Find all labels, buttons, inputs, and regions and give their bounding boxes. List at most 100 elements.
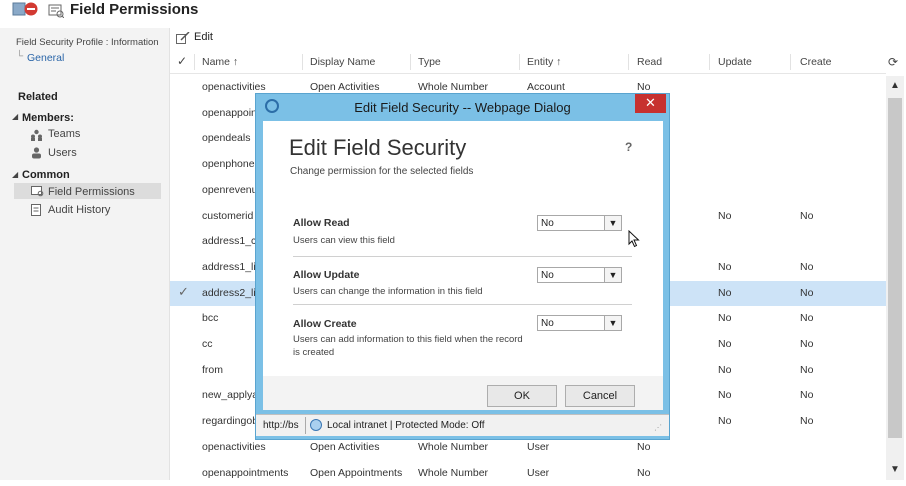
teams-icon: [30, 129, 43, 141]
sidebar-item-teams[interactable]: Teams: [48, 128, 80, 140]
edit-field-security-dialog: Edit Field Security -- Webpage Dialog ✕ …: [255, 93, 670, 440]
cell-create: No: [800, 210, 870, 222]
cell-name: openappointments: [202, 467, 298, 479]
row-checkmark-icon[interactable]: ✓: [178, 284, 189, 300]
allow-read-value: No: [541, 218, 554, 229]
toolbar: Edit: [170, 28, 906, 50]
tree-branch-icon: └: [16, 51, 23, 62]
allow-read-description: Users can view this field: [293, 234, 523, 247]
cancel-button[interactable]: Cancel: [565, 385, 635, 407]
intranet-globe-icon: [310, 419, 322, 431]
close-button[interactable]: ✕: [635, 94, 666, 113]
collapse-common-icon[interactable]: ◢: [12, 170, 18, 179]
allow-read-label: Allow Read: [293, 217, 350, 229]
status-separator: [305, 417, 306, 434]
cell-update: No: [718, 338, 788, 350]
mouse-cursor-icon: [628, 230, 640, 248]
allow-read-select[interactable]: No ▼: [537, 215, 622, 231]
sidebar-item-audit-history[interactable]: Audit History: [48, 204, 110, 216]
allow-update-description: Users can change the information in this…: [293, 285, 523, 298]
column-header-name[interactable]: Name ↑: [202, 56, 238, 68]
table-row[interactable]: openappointmentsOpen AppointmentsWhole N…: [170, 461, 886, 486]
sidebar-item-field-permissions[interactable]: Field Permissions: [48, 186, 135, 198]
cell-name: openactivities: [202, 441, 298, 453]
column-header-type[interactable]: Type: [418, 56, 441, 68]
dialog-titlebar[interactable]: Edit Field Security -- Webpage Dialog ✕: [256, 94, 669, 121]
sidebar-item-users[interactable]: Users: [48, 147, 77, 159]
scroll-up-icon[interactable]: ▲: [890, 80, 900, 91]
dialog-footer: OK Cancel: [263, 376, 663, 410]
dialog-body: Edit Field Security ? Change permission …: [263, 121, 663, 410]
related-heading: Related: [18, 91, 58, 103]
column-header-row: ✓ Name ↑ Display Name Type Entity ↑ Read…: [170, 50, 886, 74]
cell-update: No: [718, 312, 788, 324]
profile-label: Field Security Profile : Information: [16, 37, 159, 48]
allow-update-value: No: [541, 270, 554, 281]
security-zone-label: Local intranet | Protected Mode: Off: [327, 420, 485, 431]
users-icon: [31, 147, 42, 159]
field-permissions-icon: [31, 186, 44, 197]
page-title: Field Permissions: [70, 1, 198, 18]
cell-display-name: Open Activities: [310, 441, 406, 453]
dialog-statusbar: http://bs Local intranet | Protected Mod…: [256, 414, 669, 436]
cell-read: No: [637, 81, 707, 93]
collapse-members-icon[interactable]: ◢: [12, 112, 18, 121]
cell-create: No: [800, 415, 870, 427]
cell-update: No: [718, 415, 788, 427]
resize-grip-icon[interactable]: ⋰: [654, 423, 662, 432]
cell-update: No: [718, 287, 788, 299]
column-header-display-name[interactable]: Display Name: [310, 56, 375, 68]
dialog-subheading: Change permission for the selected field…: [290, 166, 473, 177]
chevron-down-icon: ▼: [604, 216, 621, 230]
cell-read: No: [637, 467, 707, 479]
cell-create: No: [800, 338, 870, 350]
column-header-entity[interactable]: Entity ↑: [527, 56, 561, 68]
vertical-scrollbar[interactable]: ▲ ▼: [886, 76, 904, 480]
scroll-thumb[interactable]: [888, 98, 902, 438]
cell-update: No: [718, 364, 788, 376]
column-header-create[interactable]: Create: [800, 56, 832, 68]
cell-display-name: Open Activities: [310, 81, 406, 93]
cell-display-name: Open Appointments: [310, 467, 406, 479]
edit-icon: [176, 32, 190, 44]
chevron-down-icon: ▼: [604, 268, 621, 282]
sidebar: Field Security Profile : Information └ G…: [0, 28, 170, 480]
cell-name: openactivities: [202, 81, 298, 93]
allow-create-description: Users can add information to this field …: [293, 333, 523, 359]
allow-create-value: No: [541, 318, 554, 329]
refresh-icon[interactable]: ⟳: [888, 55, 898, 69]
allow-update-label: Allow Update: [293, 269, 360, 281]
cell-create: No: [800, 261, 870, 273]
divider: [293, 304, 632, 305]
field-permissions-icon: [48, 4, 64, 18]
divider: [293, 256, 632, 257]
help-icon[interactable]: ?: [625, 140, 632, 154]
dialog-heading: Edit Field Security: [289, 135, 466, 161]
ok-button[interactable]: OK: [487, 385, 557, 407]
allow-create-select[interactable]: No ▼: [537, 315, 622, 331]
cell-type: Whole Number: [418, 81, 514, 93]
cell-create: No: [800, 389, 870, 401]
cell-entity: User: [527, 441, 623, 453]
select-all-checkbox[interactable]: ✓: [177, 54, 187, 68]
cell-create: No: [800, 364, 870, 376]
audit-history-icon: [31, 204, 42, 216]
chevron-down-icon: ▼: [604, 316, 621, 330]
status-url: http://bs: [263, 420, 299, 431]
page-header: Field Permissions: [0, 0, 906, 28]
edit-label: Edit: [194, 31, 213, 43]
column-header-read[interactable]: Read: [637, 56, 662, 68]
cell-create: No: [800, 287, 870, 299]
edit-button[interactable]: Edit: [176, 31, 213, 47]
scroll-down-icon[interactable]: ▼: [890, 464, 900, 475]
sidebar-item-general[interactable]: General: [27, 52, 64, 64]
cell-read: No: [637, 441, 707, 453]
cell-update: No: [718, 389, 788, 401]
cell-entity: User: [527, 467, 623, 479]
allow-create-label: Allow Create: [293, 318, 357, 330]
allow-update-select[interactable]: No ▼: [537, 267, 622, 283]
cell-entity: Account: [527, 81, 623, 93]
cell-type: Whole Number: [418, 441, 514, 453]
cell-create: No: [800, 312, 870, 324]
column-header-update[interactable]: Update: [718, 56, 752, 68]
